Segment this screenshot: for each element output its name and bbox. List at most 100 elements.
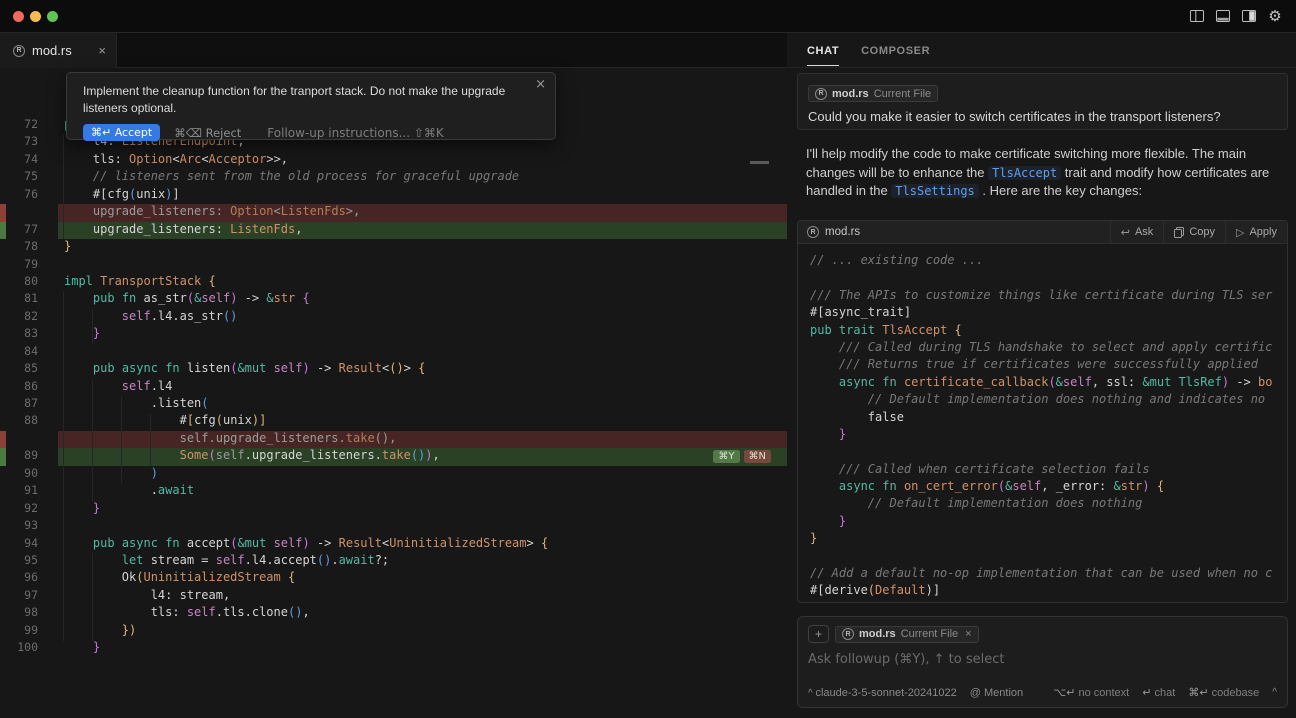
code-line — [810, 270, 1287, 287]
line-number — [0, 431, 38, 448]
inline-edit-dialog: × Implement the cleanup function for the… — [66, 72, 556, 140]
context-file-chip[interactable]: mod.rs Current File × — [835, 626, 979, 643]
line-number: 82 — [0, 309, 38, 326]
code-line: // ... existing code ... — [810, 253, 1287, 270]
code-block-content: // ... existing code ... /// The APIs to … — [798, 244, 1287, 601]
accept-hunk-badge[interactable]: ⌘Y — [713, 450, 739, 463]
dialog-close-icon[interactable]: × — [535, 77, 546, 92]
line-number: 91 — [0, 483, 38, 500]
line-number: 83 — [0, 326, 38, 343]
code-line-text: ) — [64, 466, 158, 483]
followup-instructions-button[interactable]: Follow-up instructions... ⇧⌘K — [267, 126, 443, 140]
code-line: 74 tls: Option<Arc<Acceptor>>, — [0, 152, 787, 169]
line-number: 90 — [0, 466, 38, 483]
code-line: 100 } — [0, 640, 787, 657]
tab-mod-rs[interactable]: mod.rs × — [0, 33, 117, 68]
apply-button[interactable]: ▷Apply — [1225, 221, 1287, 243]
line-number: 99 — [0, 623, 38, 640]
code-line-text: self.upgrade_listeners.take(), — [64, 431, 396, 448]
tab-close-icon[interactable]: × — [98, 43, 106, 58]
code-line-text: tls: Option<Arc<Acceptor>>, — [64, 152, 288, 169]
code-line: 77 upgrade_listeners: ListenFds, — [0, 222, 787, 239]
titlebar-actions: ⚙ — [1189, 8, 1296, 24]
hint-no-context: ⌥↵ no context — [1054, 686, 1130, 699]
code-block-actions: ↩AskCopy▷Apply — [1110, 221, 1287, 243]
context-file-chip[interactable]: mod.rs Current File — [808, 85, 938, 102]
line-number: 89 — [0, 448, 38, 465]
chip-remove-icon[interactable]: × — [965, 628, 971, 640]
code-line: } — [810, 531, 1287, 548]
line-number: 78 — [0, 239, 38, 256]
assistant-code-block: mod.rs ↩AskCopy▷Apply // ... existing co… — [797, 220, 1288, 603]
code-line-text: } — [64, 640, 100, 657]
code-line-text: pub fn as_str(&self) -> &str { — [64, 291, 310, 308]
chat-input-box[interactable]: + mod.rs Current File × Ask followup (⌘Y… — [797, 616, 1288, 708]
ask-button[interactable]: ↩Ask — [1110, 221, 1164, 243]
code-line: 87 .listen( — [0, 396, 787, 413]
window-minimize-button[interactable] — [30, 11, 41, 22]
line-number: 72 — [0, 117, 38, 134]
code-line-text: // listeners sent from the old process f… — [64, 169, 519, 186]
chat-panel: CHAT COMPOSER mod.rs Current File Could y… — [788, 33, 1296, 718]
rust-file-icon — [807, 226, 819, 238]
chat-tab-chat[interactable]: CHAT — [807, 35, 839, 66]
toggle-panel-icon[interactable] — [1215, 8, 1231, 24]
chat-tab-composer[interactable]: COMPOSER — [861, 35, 930, 65]
editor-pane: mod.rs × × Implement the cleanup functio… — [0, 33, 787, 718]
line-number: 84 — [0, 344, 38, 361]
code-line: async fn certificate_callback(&self, ssl… — [810, 375, 1287, 392]
chat-input-footer: ^ claude-3-5-sonnet-20241022 @ Mention ⌥… — [808, 686, 1277, 699]
context-chip-row: + mod.rs Current File × — [808, 625, 1277, 643]
code-line: 80impl TransportStack { — [0, 274, 787, 291]
code-line: #[derive(Default)] — [810, 583, 1287, 600]
settings-gear-icon[interactable]: ⚙ — [1267, 8, 1283, 24]
reject-hunk-badge[interactable]: ⌘N — [744, 450, 771, 463]
toggle-split-editor-icon[interactable] — [1189, 8, 1205, 24]
chat-input-field[interactable]: Ask followup (⌘Y), ↑ to select — [808, 652, 1277, 667]
window-zoom-button[interactable] — [47, 11, 58, 22]
code-line: /// The APIs to customize things like ce… — [810, 288, 1287, 305]
code-editor-content[interactable]: 72pub(crate) struct TransportStack {73 l… — [0, 117, 787, 658]
code-line: 88 #[cfg(unix)] — [0, 413, 787, 430]
add-context-button[interactable]: + — [808, 625, 829, 643]
line-number: 87 — [0, 396, 38, 413]
line-number: 75 — [0, 169, 38, 186]
accept-button[interactable]: ⌘↵ Accept — [83, 124, 160, 141]
model-selector[interactable]: ^ claude-3-5-sonnet-20241022 — [808, 687, 957, 699]
code-line: 81 pub fn as_str(&self) -> &str { — [0, 291, 787, 308]
ask-icon: ↩ — [1121, 226, 1130, 239]
line-number: 97 — [0, 588, 38, 605]
user-message-text: Could you make it easier to switch certi… — [808, 109, 1277, 124]
code-line: 94 pub async fn accept(&mut self) -> Res… — [0, 536, 787, 553]
scrollbar-indicator[interactable] — [750, 161, 769, 164]
code-line: upgrade_listeners: Option<ListenFds>, — [0, 204, 787, 221]
code-line-text: pub async fn accept(&mut self) -> Result… — [64, 536, 548, 553]
code-line-text: Ok(UninitializedStream { — [64, 570, 295, 587]
titlebar: ⚙ — [0, 0, 1296, 33]
code-line-text: #[cfg(unix)] — [64, 187, 180, 204]
code-line: 98 tls: self.tls.clone(), — [0, 605, 787, 622]
code-line-text: } — [64, 501, 100, 518]
apply-icon: ▷ — [1236, 226, 1244, 239]
code-line-text: } — [64, 239, 71, 256]
hints-chevron-icon[interactable]: ^ — [1272, 687, 1277, 698]
line-number: 74 — [0, 152, 38, 169]
code-line-text: Some(self.upgrade_listeners.take()), — [64, 448, 440, 465]
mention-button[interactable]: @ Mention — [970, 687, 1023, 699]
code-line: 95 let stream = self.l4.accept().await?; — [0, 553, 787, 570]
code-line-text: pub async fn listen(&mut self) -> Result… — [64, 361, 425, 378]
window-close-button[interactable] — [13, 11, 24, 22]
code-line-text: upgrade_listeners: Option<ListenFds>, — [64, 204, 360, 221]
line-number: 98 — [0, 605, 38, 622]
rust-file-icon — [13, 45, 25, 57]
code-line-text: upgrade_listeners: ListenFds, — [64, 222, 302, 239]
line-number — [0, 204, 38, 221]
code-line-text: #[cfg(unix)] — [64, 413, 266, 430]
dialog-actions: ⌘↵ Accept ⌘⌫ Reject Follow-up instructio… — [83, 124, 555, 141]
reject-button[interactable]: ⌘⌫ Reject — [174, 126, 241, 140]
code-line: /// Called during TLS handshake to selec… — [810, 340, 1287, 357]
code-line: // Default implementation does nothing — [810, 496, 1287, 513]
toggle-secondary-sidebar-icon[interactable] — [1241, 8, 1257, 24]
copy-button[interactable]: Copy — [1163, 221, 1225, 243]
code-line: 90 ) — [0, 466, 787, 483]
